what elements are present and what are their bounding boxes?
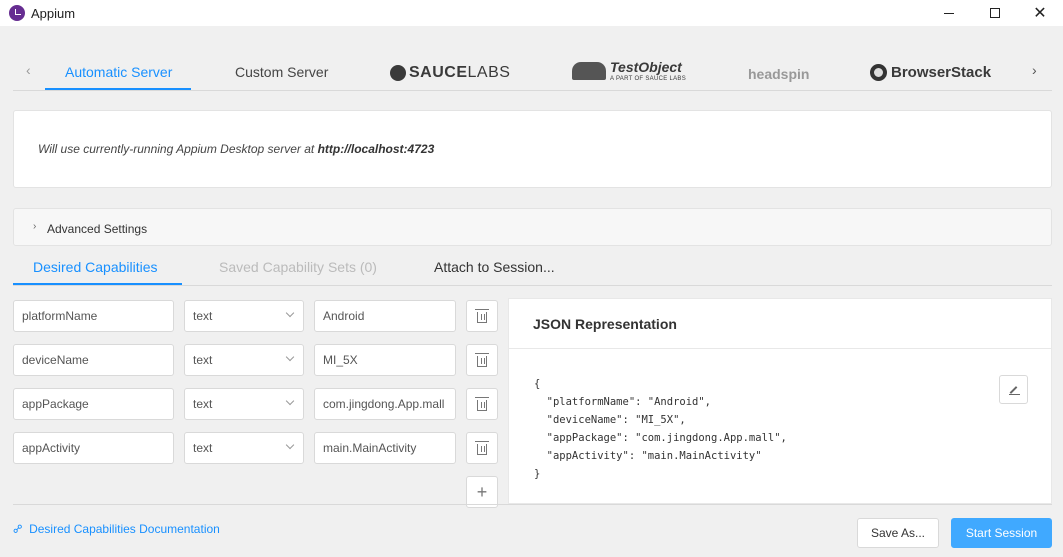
capability-value-input[interactable]: Android [314, 300, 456, 332]
capability-name-input[interactable]: appActivity [13, 432, 174, 464]
server-url: http://localhost:4723 [317, 142, 435, 156]
capability-name-input[interactable]: platformName [13, 300, 174, 332]
capabilities-docs-link[interactable]: ⚯ Desired Capabilities Documentation [9, 520, 220, 538]
trash-icon [475, 353, 489, 367]
close-button[interactable]: ✕ [1017, 0, 1063, 26]
server-info-message: Will use currently-running Appium Deskto… [38, 142, 434, 156]
capability-type-value: text [193, 353, 213, 367]
server-info-panel: Will use currently-running Appium Deskto… [13, 110, 1052, 188]
tab-attach-to-session[interactable]: Attach to Session... [434, 259, 555, 275]
pencil-base-line [1009, 394, 1020, 395]
edit-json-button[interactable] [999, 375, 1028, 404]
browserstack-logo-text: BrowserStack [891, 64, 992, 81]
json-panel-title: JSON Representation [509, 299, 1051, 349]
capability-type-select[interactable]: text [184, 300, 304, 332]
delete-capability-button[interactable] [466, 388, 498, 420]
capability-row: appPackage text com.jingdong.App.mall [0, 388, 508, 420]
capability-row: platformName text Android [0, 300, 508, 332]
testobject-logo-text: TestObject [610, 59, 682, 75]
delete-capability-button[interactable] [466, 344, 498, 376]
capability-value-input[interactable]: com.jingdong.App.mall [314, 388, 456, 420]
trash-icon [475, 397, 489, 411]
saucelabs-logo-text-light: LABS [467, 64, 511, 81]
tab-divider [13, 90, 1052, 91]
title-bar: Appium ✕ [0, 0, 1063, 26]
capability-type-value: text [193, 309, 213, 323]
testobject-logo-icon [572, 62, 606, 80]
capability-name-input[interactable]: appPackage [13, 388, 174, 420]
capability-type-select[interactable]: text [184, 432, 304, 464]
advanced-settings-panel[interactable]: › Advanced Settings [13, 208, 1052, 246]
capability-row: deviceName text MI_5X [0, 344, 508, 376]
capabilities-docs-link-label: Desired Capabilities Documentation [29, 522, 220, 536]
pencil-icon [1009, 385, 1018, 394]
server-provider-tabs: ‹ Automatic Server Custom Server SAUCE LA… [0, 50, 1063, 92]
chevron-right-icon[interactable]: › [1032, 62, 1037, 78]
capability-tabs: Desired Capabilities Saved Capability Se… [0, 252, 1063, 286]
start-session-button[interactable]: Start Session [951, 518, 1052, 548]
appium-logo-icon [9, 5, 25, 21]
capability-type-select[interactable]: text [184, 344, 304, 376]
chevron-down-icon [285, 352, 295, 362]
maximize-button[interactable] [972, 0, 1018, 26]
json-content: { "platformName": "Android", "deviceName… [534, 378, 787, 480]
minimize-button[interactable] [926, 0, 972, 26]
chevron-down-icon [285, 308, 295, 318]
tab-desired-capabilities[interactable]: Desired Capabilities [33, 259, 158, 275]
minimize-icon [944, 12, 954, 14]
maximize-icon [990, 8, 1000, 18]
json-representation-panel: JSON Representation { "platformName": "A… [508, 298, 1052, 504]
tab-testobject[interactable]: TestObject A PART OF SAUCE LABS [572, 60, 686, 82]
capability-value-input[interactable]: main.MainActivity [314, 432, 456, 464]
save-as-button[interactable]: Save As... [857, 518, 939, 548]
testobject-logo-subtext: A PART OF SAUCE LABS [610, 76, 687, 82]
tab-divider [13, 285, 1052, 286]
capability-type-value: text [193, 441, 213, 455]
capability-type-value: text [193, 397, 213, 411]
capability-name-input[interactable]: deviceName [13, 344, 174, 376]
tab-headspin[interactable]: headspin [748, 66, 809, 82]
tab-custom-server[interactable]: Custom Server [235, 64, 328, 80]
delete-capability-button[interactable] [466, 300, 498, 332]
chevron-down-icon [285, 396, 295, 406]
capability-value-input[interactable]: MI_5X [314, 344, 456, 376]
chevron-down-icon [285, 440, 295, 450]
saucelabs-logo-text: SAUCE [409, 64, 468, 81]
tab-automatic-server[interactable]: Automatic Server [65, 64, 172, 80]
browserstack-logo-icon [870, 64, 887, 81]
tab-saucelabs[interactable]: SAUCE LABS [390, 64, 510, 82]
tab-saved-capability-sets[interactable]: Saved Capability Sets (0) [219, 259, 377, 275]
capability-row: appActivity text main.MainActivity [0, 432, 508, 464]
chevron-left-icon[interactable]: ‹ [26, 62, 31, 78]
trash-icon [475, 309, 489, 323]
server-info-prefix: Will use currently-running Appium Deskto… [38, 142, 318, 156]
link-icon: ⚯ [9, 520, 27, 538]
capability-type-select[interactable]: text [184, 388, 304, 420]
footer-divider [13, 504, 1052, 505]
chevron-right-icon: › [33, 221, 37, 232]
advanced-settings-label: Advanced Settings [47, 222, 148, 236]
tab-browserstack[interactable]: BrowserStack [870, 64, 991, 81]
trash-icon [475, 441, 489, 455]
delete-capability-button[interactable] [466, 432, 498, 464]
saucelabs-logo-icon [390, 65, 406, 81]
window-title: Appium [31, 5, 76, 21]
